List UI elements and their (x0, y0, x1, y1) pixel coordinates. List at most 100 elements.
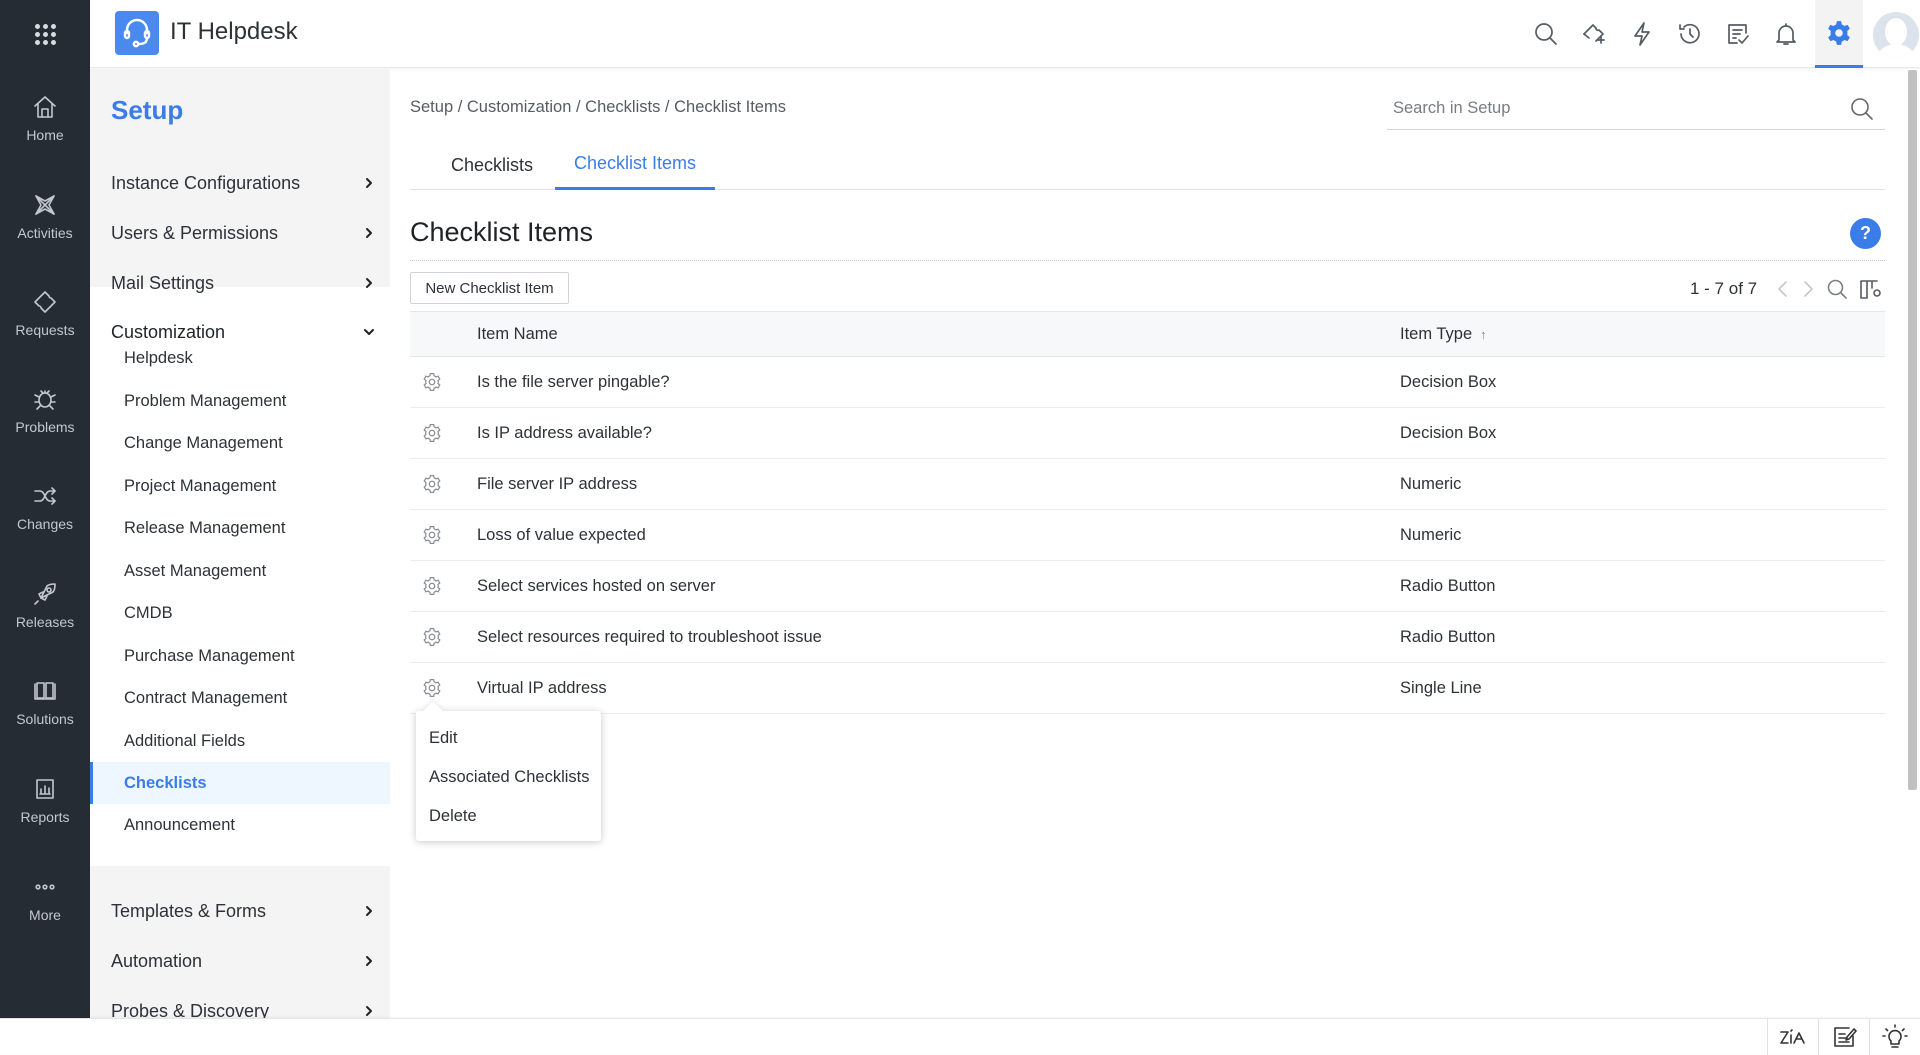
apps-grid-icon (34, 23, 56, 45)
gear-icon[interactable] (422, 576, 442, 596)
nav-item-home[interactable]: Home (0, 78, 90, 158)
setup-section-automation[interactable]: Automation (111, 941, 376, 981)
search-icon (1535, 23, 1557, 45)
search-icon (1827, 279, 1847, 299)
cell-item-name[interactable]: Loss of value expected (477, 510, 646, 560)
app-logo[interactable] (115, 11, 159, 55)
setup-item-announcement[interactable]: Announcement (90, 804, 390, 846)
breadcrumb[interactable]: Setup / Customization / Checklists / Che… (410, 98, 786, 117)
setup-item-checklists[interactable]: Checklists (90, 762, 390, 804)
new-ticket-icon (1583, 24, 1605, 44)
cell-item-name[interactable]: File server IP address (477, 459, 637, 509)
cell-item-name[interactable]: Select services hosted on server (477, 561, 715, 611)
gear-icon[interactable] (422, 627, 442, 647)
menu-item-delete[interactable]: Delete (416, 797, 601, 836)
cell-item-type: Decision Box (1400, 372, 1497, 391)
setup-search (1387, 88, 1885, 130)
notifications-button[interactable] (1766, 14, 1806, 54)
setup-item-problem-management[interactable]: Problem Management (90, 380, 390, 422)
column-header-item-type[interactable]: Item Type ↑ (1400, 312, 1487, 356)
new-ticket-button[interactable] (1574, 14, 1614, 54)
nav-item-problems[interactable]: Problems (0, 370, 90, 450)
setup-item-release-management[interactable]: Release Management (90, 507, 390, 549)
notes-icon (1834, 1027, 1857, 1047)
new-checklist-item-button[interactable]: New Checklist Item (410, 272, 569, 304)
table-row[interactable]: Virtual IP address Single Line (410, 663, 1885, 714)
setup-item-cmdb[interactable]: CMDB (90, 592, 390, 634)
zia-button[interactable] (1767, 1019, 1818, 1055)
scrollbar-thumb[interactable] (1908, 70, 1917, 790)
tab-checklists[interactable]: Checklists (440, 140, 544, 190)
nav-item-reports[interactable]: Reports (0, 760, 90, 840)
setup-section-templates-forms[interactable]: Templates & Forms (111, 891, 376, 931)
menu-item-associated-checklists[interactable]: Associated Checklists (416, 758, 601, 797)
table-row[interactable]: Select resources required to troubleshoo… (410, 612, 1885, 663)
gear-icon[interactable] (422, 525, 442, 545)
menu-item-edit[interactable]: Edit (416, 719, 601, 758)
table-search-button[interactable] (1824, 276, 1850, 302)
column-header-item-name[interactable]: Item Name (477, 312, 558, 356)
section-label: Instance Configurations (111, 172, 301, 193)
help-button[interactable]: ? (1850, 218, 1881, 249)
cell-item-name[interactable]: Select resources required to troubleshoo… (477, 612, 822, 662)
setup-item-helpdesk[interactable]: Helpdesk (90, 337, 390, 379)
table-row[interactable]: Select services hosted on server Radio Bu… (410, 561, 1885, 612)
nav-item-changes[interactable]: Changes (0, 467, 90, 547)
nav-item-label: More (29, 907, 61, 923)
nav-item-label: Activities (17, 225, 73, 241)
setup-section-instance-configurations[interactable]: Instance Configurations (111, 163, 376, 203)
setup-search-input[interactable] (1387, 88, 1827, 128)
setup-item-asset-management[interactable]: Asset Management (90, 550, 390, 592)
tasks-button[interactable] (1718, 14, 1758, 54)
row-actions-menu: Edit Associated Checklists Delete (416, 701, 601, 841)
notes-button[interactable] (1818, 1019, 1869, 1055)
chevron-right-icon (366, 178, 372, 188)
chevron-right-icon (366, 228, 372, 238)
cell-item-name[interactable]: Is IP address available? (477, 408, 652, 458)
section-label: Mail Settings (111, 272, 215, 293)
prev-page-button[interactable] (1770, 276, 1796, 302)
gear-icon[interactable] (422, 678, 442, 698)
cell-item-name[interactable]: Is the file server pingable? (477, 357, 670, 407)
cell-item-name[interactable]: Virtual IP address (477, 663, 607, 713)
setup-section-users-permissions[interactable]: Users & Permissions (111, 213, 376, 253)
table-row[interactable]: Loss of value expected Numeric (410, 510, 1885, 561)
setup-section-mail-settings[interactable]: Mail Settings (111, 263, 376, 303)
nav-item-releases[interactable]: Releases (0, 565, 90, 645)
nav-item-requests[interactable]: Requests (0, 273, 90, 353)
table-row[interactable]: Is IP address available? Decision Box (410, 408, 1885, 459)
column-settings-button[interactable] (1858, 276, 1884, 302)
cell-item-type: Radio Button (1400, 576, 1496, 595)
nav-item-label: Releases (15, 614, 75, 630)
setup-item-project-management[interactable]: Project Management (90, 465, 390, 507)
setup-item-additional-fields[interactable]: Additional Fields (90, 720, 390, 762)
gear-icon[interactable] (422, 474, 442, 494)
chevron-right-icon (366, 906, 372, 916)
lightbulb-icon (1882, 1024, 1908, 1048)
gear-icon (1828, 20, 1850, 45)
settings-button[interactable] (1815, 0, 1863, 68)
nav-item-solutions[interactable]: Solutions (0, 662, 90, 742)
global-search-button[interactable] (1526, 14, 1566, 54)
gear-icon[interactable] (422, 423, 442, 443)
history-button[interactable] (1670, 14, 1710, 54)
search-icon[interactable] (1849, 96, 1875, 122)
app-switcher-button[interactable] (0, 0, 90, 68)
nav-item-more[interactable]: More (0, 858, 90, 938)
setup-item-change-management[interactable]: Change Management (90, 422, 390, 464)
table-row[interactable]: File server IP address Numeric (410, 459, 1885, 510)
quick-actions-button[interactable] (1622, 14, 1662, 54)
nav-item-activities[interactable]: Activities (0, 176, 90, 256)
tab-checklist-items[interactable]: Checklist Items (555, 140, 715, 190)
lightning-icon (1634, 22, 1650, 46)
setup-item-purchase-management[interactable]: Purchase Management (90, 635, 390, 677)
next-page-button[interactable] (1795, 276, 1821, 302)
tips-button[interactable] (1869, 1019, 1920, 1055)
table-row[interactable]: Is the file server pingable? Decision Box (410, 357, 1885, 408)
avatar[interactable] (1873, 12, 1919, 58)
zia-icon (1780, 1029, 1805, 1044)
setup-item-contract-management[interactable]: Contract Management (90, 677, 390, 719)
cell-item-type: Single Line (1400, 678, 1482, 697)
nav-item-label: Home (26, 127, 64, 143)
gear-icon[interactable] (422, 372, 442, 392)
